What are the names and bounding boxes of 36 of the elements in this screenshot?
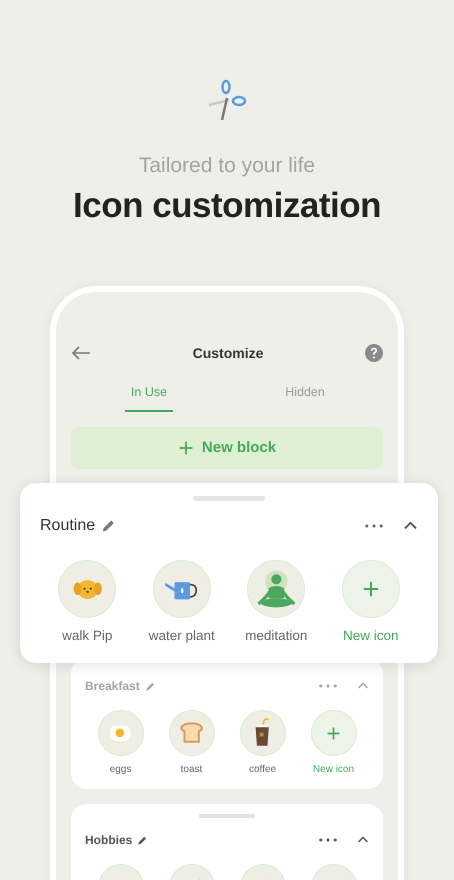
pencil-icon[interactable]	[101, 518, 116, 534]
icon-tile[interactable]	[98, 710, 144, 756]
block-name: Routine	[40, 516, 96, 536]
icon-label: New icon	[342, 627, 399, 645]
collapse-caret-icon[interactable]	[403, 521, 418, 531]
tab[interactable]: Hidden	[279, 374, 331, 412]
bread-slice-icon	[178, 721, 206, 745]
screen-title: Customize	[192, 344, 264, 362]
tab[interactable]: In Use	[124, 374, 174, 412]
more-icon[interactable]	[319, 838, 337, 842]
block-name: Breakfast	[85, 678, 140, 695]
plus-icon	[178, 440, 194, 456]
plus-icon	[362, 580, 380, 598]
icon-label: eggs	[110, 763, 132, 777]
help-icon[interactable]	[364, 344, 383, 362]
block-name: Hobbies	[85, 832, 132, 849]
more-icon[interactable]	[365, 524, 383, 528]
icon-label: meditation	[245, 627, 308, 645]
plus-icon	[326, 726, 341, 740]
icon-label: New icon	[312, 763, 354, 777]
drag-handle[interactable]	[193, 496, 265, 501]
icon-tile[interactable]	[168, 710, 214, 756]
new-icon-button[interactable]	[310, 710, 356, 756]
pencil-icon[interactable]	[137, 834, 148, 846]
icon-label: toast	[180, 763, 202, 777]
title: Icon customization	[73, 185, 381, 227]
icon-label: water plant	[148, 627, 215, 645]
back-arrow-icon[interactable]	[71, 346, 91, 360]
dog-face-icon	[72, 577, 103, 601]
icon-label: coffee	[248, 763, 276, 777]
routine-block-card[interactable]: Routine walk Pip water plant meditation New icon	[20, 483, 438, 663]
new-block-button[interactable]: New block	[71, 427, 383, 469]
collapse-caret-icon[interactable]	[357, 836, 369, 844]
icon-tile[interactable]	[240, 710, 286, 756]
icon-label: walk Pip	[62, 627, 112, 645]
subtitle: Tailored to your life	[138, 153, 316, 179]
